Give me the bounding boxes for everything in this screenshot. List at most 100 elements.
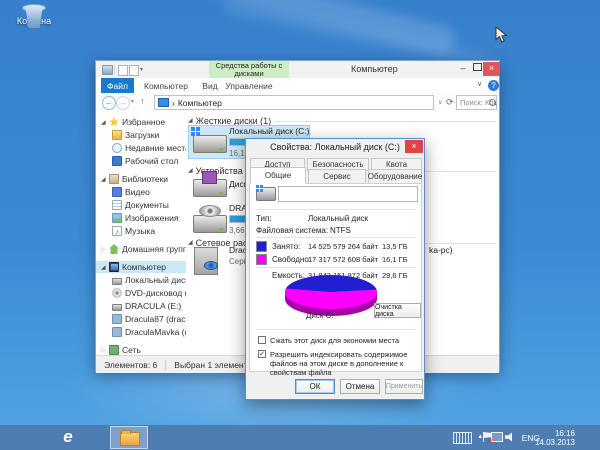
system-menu-icon[interactable]	[102, 65, 113, 75]
separator	[256, 237, 416, 238]
sidebar-item-dracula87[interactable]: Dracula87 (dracula-pc)	[96, 313, 186, 325]
forward-button[interactable]: →	[116, 96, 130, 110]
sidebar-item-draculamavka[interactable]: DraculaMavka (dracula-mavka-pc)	[96, 326, 186, 338]
help-icon[interactable]: ?	[488, 80, 499, 91]
expander-icon[interactable]: ◢	[101, 176, 109, 183]
status-items-count: Элементов: 6	[96, 360, 165, 370]
sidebar-item-videos[interactable]: Видео	[96, 186, 186, 198]
sidebar-item-pictures[interactable]: Изображения	[96, 212, 186, 224]
sidebar-label: Домашняя группа	[122, 244, 186, 254]
recent-places-icon	[112, 143, 122, 153]
music-icon: ♪	[112, 226, 122, 236]
volume-label-input[interactable]	[278, 186, 418, 202]
tab-file[interactable]: Файл	[101, 78, 134, 93]
sidebar-item-computer[interactable]: ◢ Компьютер	[96, 261, 186, 273]
properties-dialog: Свойства: Локальный диск (C:) × Доступ Б…	[245, 138, 425, 400]
ok-button[interactable]: ОК	[295, 379, 335, 394]
used-color-swatch	[256, 241, 267, 252]
clock-time: 16:16	[535, 429, 575, 438]
minimize-button[interactable]: –	[456, 62, 470, 76]
index-checkbox[interactable]: ✓	[258, 350, 266, 358]
index-checkbox-label[interactable]: Разрешить индексировать содержимое файло…	[270, 350, 416, 377]
disk-cleanup-button[interactable]: Очистка диска	[374, 303, 421, 318]
touch-keyboard-icon[interactable]	[453, 432, 472, 444]
dialog-close-button[interactable]: ×	[405, 140, 423, 153]
sidebar-item-dracula-e[interactable]: DRACULA (E:)	[96, 300, 186, 312]
expander-icon[interactable]: ▷	[101, 246, 109, 253]
dvd-drive-icon	[112, 288, 122, 298]
floppy-disk-icon	[202, 171, 217, 184]
address-dropdown-icon[interactable]: ∨	[438, 99, 442, 106]
apply-button[interactable]: Применить	[385, 379, 423, 394]
group-collapse-icon[interactable]: ◢	[188, 239, 193, 246]
tab-general[interactable]: Общие	[250, 167, 306, 184]
sidebar-item-dvd-drive[interactable]: DVD-дисковод (D:)	[96, 287, 186, 299]
back-button[interactable]: ←	[102, 96, 116, 110]
tab-hardware[interactable]: Оборудование	[368, 169, 422, 184]
sidebar-item-desktop[interactable]: Рабочий стол	[96, 155, 186, 167]
tab-view[interactable]: Вид	[196, 78, 224, 93]
tab-tools[interactable]: Сервис	[308, 169, 366, 184]
clock[interactable]: 16:16 14.03.2013	[535, 429, 575, 447]
qat-new-folder-icon[interactable]	[129, 65, 139, 76]
recycle-bin[interactable]: Корзина	[12, 6, 56, 26]
filesystem-value: NTFS	[330, 226, 351, 235]
status-selection: Выбран 1 элемент	[165, 360, 255, 370]
search-icon[interactable]	[489, 99, 496, 106]
network-tray-icon[interactable]	[491, 432, 503, 442]
sidebar-item-recent-places[interactable]: Недавние места	[96, 142, 186, 154]
group-header-line	[274, 121, 496, 122]
downloads-folder-icon	[112, 130, 122, 140]
up-button[interactable]: ↑	[140, 96, 145, 106]
drive-name: Локальный диск (C:)	[229, 126, 309, 136]
dialog-title: Свойства: Локальный диск (C:)	[246, 139, 424, 156]
file-explorer-taskbar-button[interactable]	[110, 426, 148, 449]
refresh-icon[interactable]: ⟳	[446, 97, 454, 108]
free-label: Свободно:	[272, 255, 311, 264]
folder-icon	[120, 432, 140, 446]
expander-icon[interactable]: ▷	[101, 347, 109, 354]
volume-icon[interactable]	[505, 432, 515, 442]
windows-flag-icon	[256, 185, 263, 192]
sidebar-item-homegroup[interactable]: ▷ Домашняя группа	[96, 243, 186, 255]
sidebar-item-music[interactable]: ♪ Музыка	[96, 225, 186, 237]
tray-expand-icon[interactable]: ▴	[478, 432, 482, 440]
breadcrumb[interactable]: Компьютер	[178, 98, 222, 108]
title-bar[interactable]: ▾ Средства работы с дисками Компьютер – …	[96, 61, 499, 78]
tab-computer[interactable]: Компьютер	[138, 78, 194, 93]
compress-checkbox[interactable]	[258, 336, 266, 344]
maximize-button[interactable]	[470, 62, 484, 76]
tab-manage[interactable]: Управление	[222, 78, 276, 93]
internet-explorer-icon[interactable]: e	[55, 425, 81, 450]
expander-icon[interactable]: ◢	[101, 264, 109, 271]
dvd-drive-icon[interactable]	[193, 215, 227, 233]
group-collapse-icon[interactable]: ◢	[188, 167, 193, 174]
address-row: ← → ▾ ↑ › Компьютер ∨ ⟳ Поиск: Компьютер	[96, 93, 499, 114]
computer-mini-icon	[158, 98, 169, 107]
compress-checkbox-label[interactable]: Сжать этот диск для экономии места	[270, 336, 416, 345]
cancel-button[interactable]: Отмена	[340, 379, 380, 394]
type-value: Локальный диск	[308, 214, 368, 223]
group-collapse-icon[interactable]: ◢	[188, 117, 193, 124]
sidebar-label: DraculaMavka (dracula-mavka-pc)	[125, 327, 186, 337]
close-button[interactable]: ×	[483, 62, 500, 76]
sidebar-item-favorites[interactable]: ◢ Избранное	[96, 116, 186, 128]
sidebar-item-network[interactable]: ▷ Сеть	[96, 344, 186, 355]
sidebar-label: Избранное	[122, 117, 165, 127]
libraries-icon	[109, 174, 119, 184]
qat-properties-icon[interactable]	[118, 65, 128, 76]
sidebar-item-local-disk-c[interactable]: Локальный диск (C:)	[96, 274, 186, 286]
clock-date: 14.03.2013	[535, 438, 575, 447]
documents-icon	[112, 200, 122, 210]
separator	[256, 329, 416, 330]
sidebar-item-libraries[interactable]: ◢ Библиотеки	[96, 173, 186, 185]
ribbon-expand-icon[interactable]: ∨	[477, 80, 482, 88]
history-dropdown-icon[interactable]: ▾	[131, 98, 134, 105]
sidebar-label: Изображения	[125, 213, 178, 223]
expander-icon[interactable]: ◢	[101, 119, 109, 126]
homegroup-icon	[109, 244, 119, 254]
qat-dropdown-icon[interactable]: ▾	[140, 66, 143, 73]
address-bar[interactable]: › Компьютер	[154, 95, 434, 110]
sidebar-item-downloads[interactable]: Загрузки	[96, 129, 186, 141]
sidebar-item-documents[interactable]: Документы	[96, 199, 186, 211]
